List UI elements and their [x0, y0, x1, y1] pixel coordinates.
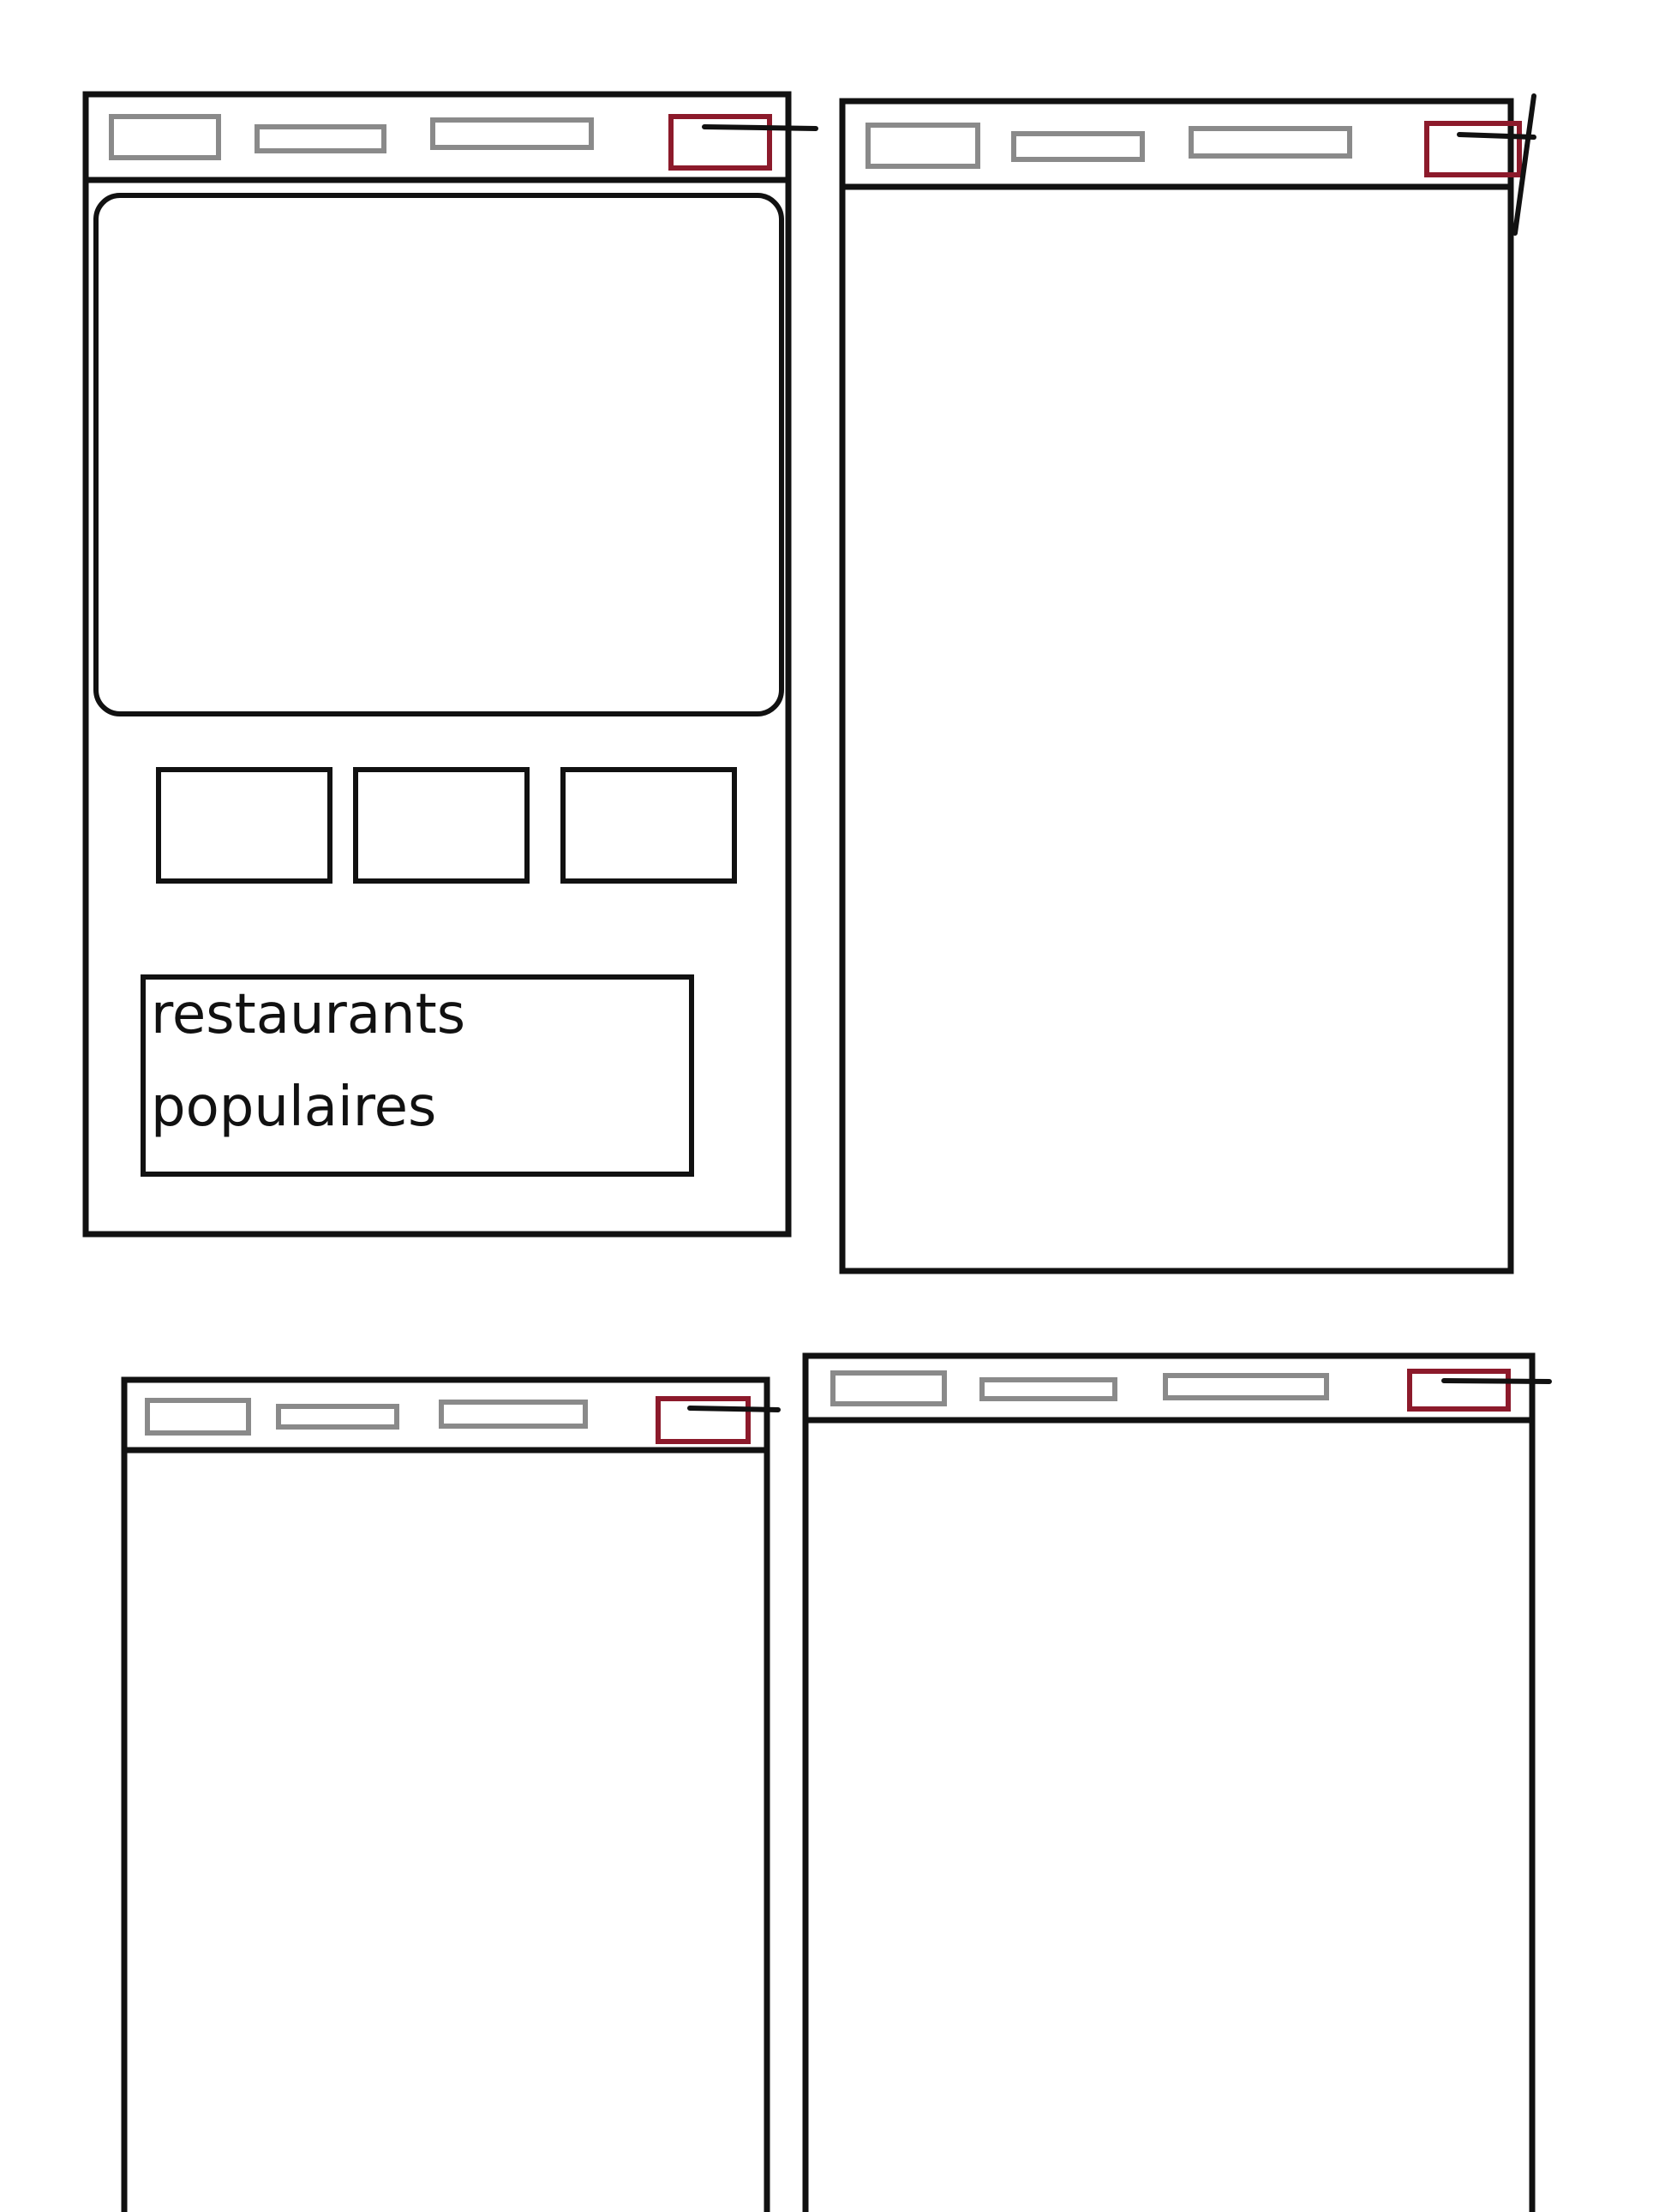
wireframe-screen-2 — [839, 93, 1536, 1274]
thumbnail-row — [156, 767, 737, 884]
nav-item-2[interactable] — [979, 1377, 1117, 1401]
hero-banner[interactable] — [93, 193, 784, 716]
nav-item-2[interactable] — [276, 1404, 399, 1430]
nav-item-2[interactable] — [1011, 131, 1145, 162]
menu-button[interactable] — [1424, 121, 1522, 177]
nav-item-3[interactable] — [439, 1400, 588, 1429]
screen-4-frame — [802, 1352, 1536, 2212]
menu-button[interactable] — [668, 114, 772, 171]
menu-button-stroke — [702, 124, 818, 131]
wireframe-screen-3 — [121, 1376, 781, 2212]
nav-item-1[interactable] — [865, 123, 980, 169]
nav-bar-outline — [839, 98, 1514, 190]
section-label-line-2: populaires — [151, 1076, 436, 1139]
menu-button[interactable] — [1407, 1369, 1511, 1412]
wireframe-screen-4 — [802, 1352, 1552, 2212]
section-label-line-1: restaurants — [151, 983, 465, 1046]
screen-1-nav-bar — [82, 91, 818, 183]
thumbnail-3[interactable] — [560, 767, 737, 884]
menu-button-stroke — [1457, 132, 1536, 140]
nav-item-2[interactable] — [255, 124, 386, 153]
nav-item-3[interactable] — [1163, 1373, 1329, 1400]
thumbnail-1[interactable] — [156, 767, 332, 884]
wireframe-sketch-canvas: restaurants populaires — [82, 91, 1552, 2212]
menu-button-stroke — [687, 1406, 781, 1412]
wireframe-screen-1: restaurants populaires — [82, 91, 818, 1238]
screen-1-frame — [82, 91, 792, 1238]
nav-item-1[interactable] — [109, 114, 221, 160]
menu-button-stroke — [1441, 1378, 1552, 1384]
screen-4-nav-bar — [802, 1352, 1552, 1424]
screen-2-frame — [839, 98, 1514, 1274]
nav-item-1[interactable] — [830, 1370, 947, 1406]
nav-item-3[interactable] — [430, 117, 594, 150]
screen-3-nav-bar — [121, 1376, 781, 1454]
thumbnail-2[interactable] — [353, 767, 530, 884]
screen-3-frame — [121, 1376, 770, 2212]
nav-item-3[interactable] — [1189, 126, 1352, 159]
screen-2-nav-bar — [839, 93, 1536, 236]
popular-restaurants-section[interactable]: restaurants populaires — [141, 974, 694, 1177]
menu-button[interactable] — [656, 1396, 751, 1444]
nav-item-1[interactable] — [145, 1398, 251, 1436]
